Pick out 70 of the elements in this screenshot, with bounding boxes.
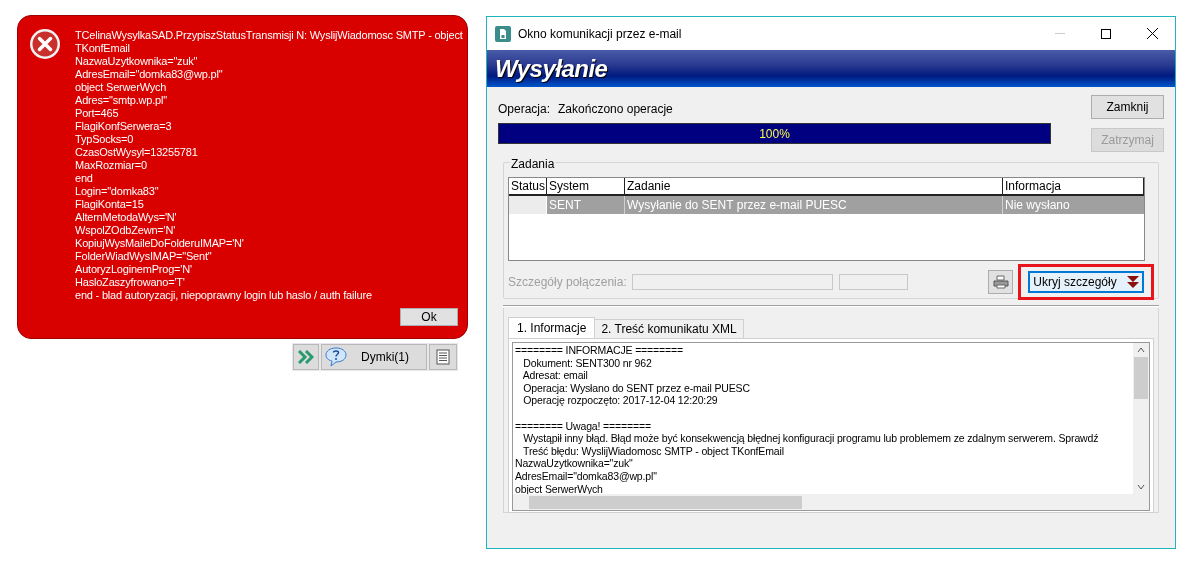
error-message-line: HasloZaszyfrowano='T' (75, 276, 186, 289)
notes-button[interactable] (429, 344, 457, 370)
operation-label: Operacja: (498, 101, 551, 118)
log-line: NazwaUzytkownika="zuk" (515, 457, 633, 470)
error-icon (29, 28, 61, 60)
table-cell: SENT (547, 196, 625, 214)
double-caret-icon (1126, 275, 1139, 289)
dialog-button[interactable]: Zamknij (1091, 95, 1164, 119)
log-line: Operacja: Wysłano do SENT przez e-mail PUESC (522, 381, 750, 395)
app-icon (495, 25, 511, 42)
error-message-line: KopiujWysMaileDoFolderuIMAP='N' (75, 237, 245, 250)
log-line: ======== INFORMACJE ======== (515, 344, 683, 357)
error-message-line: end - blad autoryzacji, niepoprawny login lub haslo / auth failure (75, 289, 373, 302)
column-header[interactable]: Status (509, 178, 547, 194)
error-message-line: WspolZOdbZewn='N' (75, 224, 177, 237)
window-title: Okno komunikacji przez e-mail (518, 25, 682, 43)
column-header[interactable]: Zadanie (625, 178, 1003, 194)
log-line: Treść błędu: WyslijWiadomosc SMTP - object TKonfEmail (522, 444, 784, 458)
error-message-line: MaxRozmiar=0 (75, 159, 148, 172)
log-line: AdresEmail="domka83@wp.pl" (515, 469, 657, 483)
banner-title: Wysyłanie (495, 53, 608, 84)
ok-button[interactable]: Ok (400, 308, 458, 326)
error-message-line: FlagiKonfSerwera=3 (75, 120, 173, 133)
error-message-line: AdresEmail="domka83@wp.pl" (75, 68, 224, 81)
error-message-line: object SerwerWych (75, 81, 168, 94)
table-cell-text: Nie wysłano (1004, 197, 1071, 214)
operation-status: Zakończono operacje (558, 101, 673, 118)
connection-field[interactable] (631, 274, 833, 290)
log-line: object SerwerWych (515, 482, 603, 494)
error-message-line: TKonfEmail (75, 42, 131, 55)
tab[interactable]: 2. Treść komunikatu XML (595, 319, 744, 338)
print-button[interactable] (988, 270, 1013, 294)
horizontal-scrollbar[interactable] (513, 494, 1149, 510)
connection-field[interactable] (838, 274, 908, 290)
document-icon (436, 349, 450, 365)
error-message-line: FolderWiadWysIMAP="Sent" (75, 250, 213, 263)
minimize-icon (1055, 33, 1065, 34)
maximize-icon (1101, 28, 1111, 39)
log-line: Wystąpił inny błąd. Błąd może być konsekwencją błędnej konfiguracji programu lub problemem ze zdalnym serwerem. Sprawdź (522, 432, 1099, 445)
log-line: Operację rozpoczęto: 2017-12-04 12:20:29 (522, 394, 718, 407)
double-chevron-icon (298, 350, 314, 364)
speech-bubble-icon (325, 347, 347, 367)
error-message-line: CzasOstWysyl=13255781 (75, 146, 199, 159)
hide-details-button[interactable]: Ukryj szczegóły (1028, 271, 1144, 293)
hint-button[interactable]: Dymki(1) (321, 344, 427, 370)
tab[interactable]: 1. Informacje (508, 317, 596, 338)
error-message-line: NazwaUzytkownika="zuk" (75, 55, 199, 68)
error-message-line: TypSocks=0 (75, 133, 135, 146)
column-header[interactable]: Informacja (1003, 178, 1144, 194)
progress-reading: 100% (758, 125, 791, 143)
table-cell: Wysyłanie do SENT przez e-mail PUESC (625, 196, 1003, 214)
error-message-line: FlagiKonta=15 (75, 198, 145, 211)
error-message-line: TCelinaWysylkaSAD.PrzypiszStatusTransmisji N: WyslijWiadomosc SMTP - object (75, 29, 463, 42)
error-message-line: end (75, 172, 94, 185)
log-line: Adresat: email (521, 369, 588, 382)
log-line: Dokument: SENT300 nr 962 (522, 356, 652, 370)
connection-label: Szczegóły połączenia: (508, 274, 627, 291)
column-header[interactable]: System (547, 178, 625, 194)
expand-button[interactable] (293, 344, 319, 370)
close-icon (1146, 28, 1158, 39)
error-message-line: Port=465 (75, 107, 120, 120)
error-message-line: Login="domka83" (75, 185, 160, 198)
error-message-line: AlternMetodaWys='N' (75, 211, 178, 224)
vertical-scrollbar[interactable] (1133, 343, 1149, 494)
error-message-line: Adres="smtp.wp.pl" (75, 94, 168, 107)
error-message-line: AutoryzLoginemProg='N' (75, 263, 193, 276)
scrollbar-thumb[interactable] (529, 495, 802, 509)
log-line: ======== Uwaga! ======== (515, 419, 651, 433)
scrollbar-thumb[interactable] (1134, 357, 1148, 399)
printer-icon (992, 275, 1009, 289)
